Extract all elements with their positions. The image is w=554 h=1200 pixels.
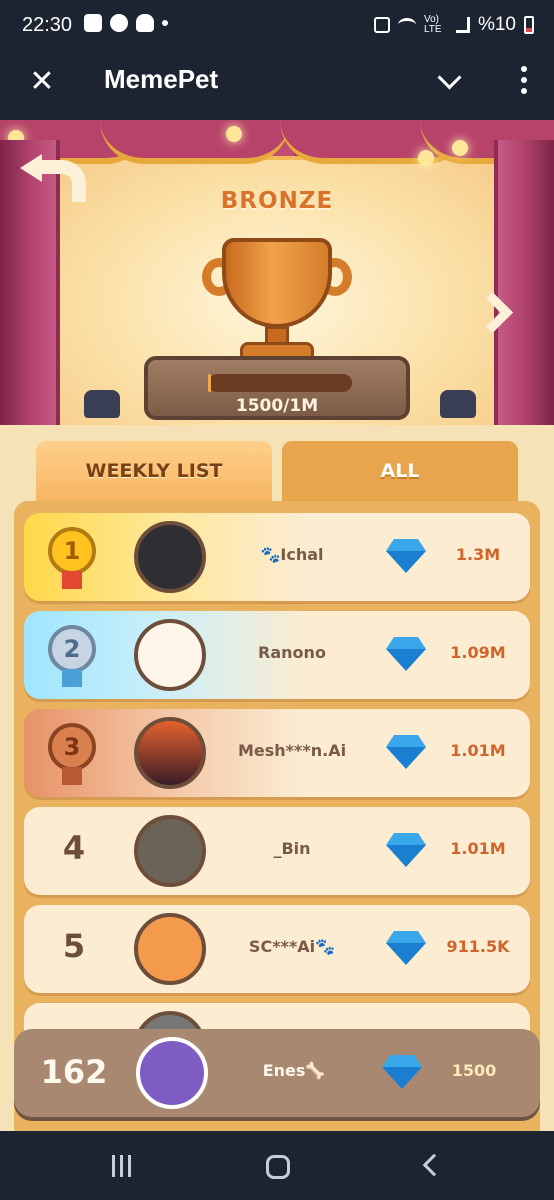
diamond-icon — [386, 637, 426, 671]
home-icon[interactable] — [266, 1155, 290, 1179]
wifi-icon — [397, 18, 416, 32]
avatar — [134, 815, 206, 887]
current-user-rank: 162 — [40, 1053, 108, 1091]
mute-icon — [373, 17, 390, 33]
diamond-icon — [386, 833, 426, 867]
battery-icon — [524, 16, 534, 34]
player-score: 1.3M — [455, 545, 501, 564]
snapchat-icon — [136, 14, 154, 32]
avatar — [134, 913, 206, 985]
league-stage: BRONZE 1500/1M — [0, 120, 554, 425]
leaderboard-row[interactable]: 1 🐾Ichal 1.3M — [24, 513, 530, 601]
close-icon[interactable]: ✕ — [26, 66, 58, 98]
back-arrow-icon[interactable] — [20, 148, 86, 202]
chevron-down-icon[interactable] — [434, 64, 466, 96]
diamond-icon — [386, 735, 426, 769]
avatar — [134, 717, 206, 789]
trophy-icon — [202, 238, 352, 368]
status-time: 22:30 — [22, 14, 73, 36]
player-name: _Bin — [273, 839, 311, 858]
diamond-icon — [382, 1055, 422, 1089]
league-progress-text: 1500/1M — [235, 396, 319, 416]
spotlight-icon — [84, 390, 120, 418]
battery-percent: %10 — [477, 14, 516, 35]
player-score: 1.01M — [450, 741, 506, 760]
leaderboard-row[interactable]: 4 _Bin 1.01M — [24, 807, 530, 895]
signal-icon — [455, 17, 470, 33]
avatar — [136, 1037, 208, 1109]
status-bar: 22:30 Vo) LTE %10 — [0, 0, 554, 52]
tab-weekly-list[interactable]: WEEKLY LIST — [36, 441, 272, 501]
league-progress-fill — [208, 374, 211, 392]
bronze-medal-icon: 3 — [42, 719, 102, 787]
current-user-row[interactable]: 162 Enes🦴 1500 — [14, 1029, 540, 1117]
light-bulb — [452, 140, 468, 156]
leaderboard-row[interactable]: 5 SC***Ai🐾 911.5K — [24, 905, 530, 993]
rank-number: 4 — [62, 829, 86, 867]
league-progress-bar — [208, 374, 352, 392]
network-label: Vo) LTE — [423, 14, 442, 35]
curtain-top — [0, 120, 554, 164]
player-name: 🐾Ichal — [260, 545, 324, 564]
leaderboard-panel: WEEKLY LIST ALL 1 🐾Ichal 1.3M 2 Ranono 1… — [0, 425, 554, 1131]
curtain-swag — [100, 120, 290, 164]
current-user-score: 1500 — [451, 1061, 497, 1080]
system-nav-bar — [0, 1131, 554, 1200]
light-bulb — [226, 126, 242, 142]
gold-medal-icon: 1 — [42, 523, 102, 591]
avatar — [134, 521, 206, 593]
pedestal: 1500/1M — [144, 356, 410, 420]
app-title: MemePet — [104, 64, 219, 94]
app-bar: ✕ MemePet — [0, 52, 554, 120]
avatar — [134, 619, 206, 691]
player-score: 1.09M — [450, 643, 506, 662]
status-right: Vo) LTE %10 — [373, 14, 534, 36]
light-bulb — [418, 150, 434, 166]
leaderboard-row[interactable]: 2 Ranono 1.09M — [24, 611, 530, 699]
player-name: Ranono — [258, 643, 326, 662]
more-vert-icon[interactable] — [518, 66, 530, 96]
player-score: 911.5K — [446, 937, 510, 956]
youtube-icon — [84, 14, 102, 32]
tab-all[interactable]: ALL — [282, 441, 518, 501]
diamond-icon — [386, 539, 426, 573]
diamond-icon — [386, 931, 426, 965]
silver-medal-icon: 2 — [42, 621, 102, 689]
spotlight-icon — [440, 390, 476, 418]
current-user-name: Enes🦴 — [262, 1061, 326, 1080]
notification-icons — [84, 14, 168, 32]
leaderboard-row[interactable]: 3 Mesh***n.Ai 1.01M — [24, 709, 530, 797]
more-notifications-icon — [162, 20, 168, 26]
next-arrow-icon[interactable] — [476, 292, 502, 332]
curtain-right — [494, 140, 554, 425]
player-score: 1.01M — [450, 839, 506, 858]
player-name: Mesh***n.Ai — [237, 741, 347, 760]
rank-number: 5 — [62, 927, 86, 965]
league-title: BRONZE — [220, 188, 334, 214]
telegram-icon — [110, 14, 128, 32]
player-name: SC***Ai🐾 — [248, 937, 336, 956]
back-icon[interactable] — [422, 1153, 446, 1177]
recents-icon[interactable] — [112, 1155, 136, 1177]
